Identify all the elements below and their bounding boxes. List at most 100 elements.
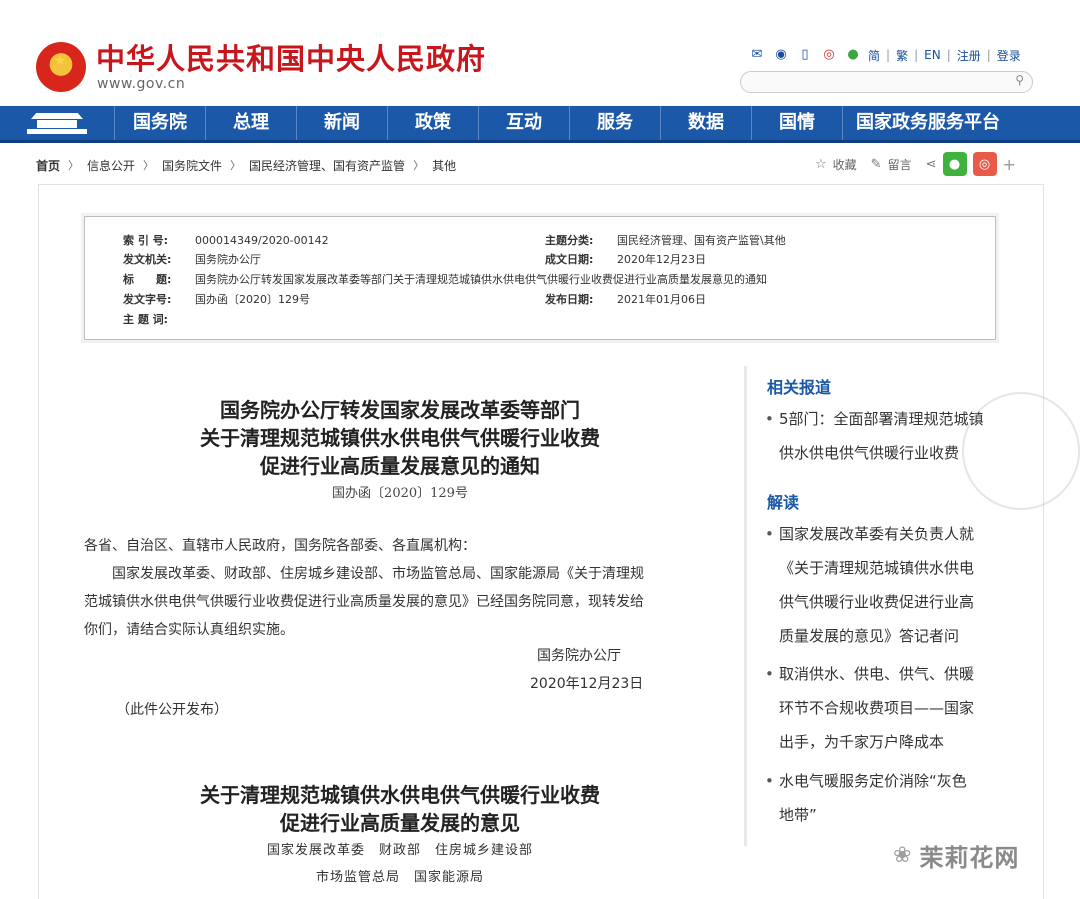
search-input[interactable]	[753, 74, 1003, 90]
nav-item-data[interactable]: 数据	[661, 106, 752, 140]
breadcrumb-home[interactable]: 首页	[36, 157, 60, 174]
link-line: 质量发展的意见》答记者问	[779, 627, 960, 645]
breadcrumb: 首页 〉 信息公开 〉 国务院文件 〉 国民经济管理、国有资产监管 〉 其他	[36, 156, 456, 174]
chevron-right-icon: 〉	[68, 159, 80, 172]
opinion-title-line: 促进行业高质量发展的意见	[280, 811, 520, 835]
separator: |	[946, 48, 951, 62]
breadcrumb-state-council-docs[interactable]: 国务院文件	[162, 157, 222, 174]
header-links: ✉ ◉ ▯ ◎ ● 简 | 繁 | EN | 注册 | 登录	[748, 44, 1021, 66]
info-value: 000014349/2020-00142	[195, 234, 329, 247]
opinion-title: 关于清理规范城镇供水供电供气供暖行业收费 促进行业高质量发展的意见	[84, 781, 716, 837]
article-public-note: （此件公开发布）	[116, 702, 228, 718]
nav-item-premier[interactable]: 总理	[206, 106, 297, 140]
interpretation-link[interactable]: • 取消供水、供电、供气、供暖 环节不合规收费项目——国家 出手，为千家万户降成…	[765, 657, 985, 759]
weibo-share-icon[interactable]: ◎	[972, 152, 997, 176]
share-icon[interactable]: ⋖	[926, 157, 937, 172]
bullet: •	[765, 410, 774, 428]
favorite-link[interactable]: 收藏	[833, 156, 857, 173]
info-label: 主 题 词:	[123, 313, 169, 326]
share-tools: ☆ 收藏 ✎ 留言 ⋖ ● ◎ +	[815, 152, 1016, 176]
link-line: 国家发展改革委有关负责人就	[779, 525, 975, 543]
separator: |	[886, 48, 891, 62]
mobile-icon[interactable]: ▯	[796, 46, 814, 64]
info-label: 主题分类:	[545, 234, 594, 247]
interpretation-link[interactable]: • 国家发展改革委有关负责人就 《关于清理规范城镇供水供电 供气供暖行业收费促进…	[765, 517, 985, 653]
interpretation-heading: 解读	[767, 493, 800, 512]
wechat-watermark-icon: ❀	[893, 843, 912, 868]
comment-link[interactable]: 留言	[888, 156, 912, 173]
more-share-icon[interactable]: +	[1003, 155, 1016, 174]
related-report-link[interactable]: • 5部门：全面部署清理规范城镇 供水供电供气供暖行业收费	[765, 402, 985, 470]
info-row-docno: 发文字号: 国办函〔2020〕129号	[123, 291, 310, 307]
chevron-right-icon: 〉	[230, 159, 242, 172]
watermark-seal-icon	[962, 392, 1080, 510]
pencil-icon[interactable]: ✎	[871, 157, 882, 172]
info-value: 2021年01月06日	[617, 293, 706, 306]
article-title-line: 促进行业高质量发展意见的通知	[260, 454, 540, 478]
watermark-brand: ❀ 茉莉花网	[893, 838, 1019, 873]
bullet: •	[765, 665, 774, 683]
info-row-keywords: 主 题 词:	[123, 311, 195, 327]
breadcrumb-other[interactable]: 其他	[432, 157, 456, 174]
weibo-icon[interactable]: ◎	[820, 46, 838, 64]
separator: |	[914, 48, 919, 62]
chevron-right-icon: 〉	[413, 159, 425, 172]
main-nav: 国务院 总理 新闻 政策 互动 服务 数据 国情 国家政务服务平台	[0, 106, 1080, 143]
info-label: 发布日期:	[545, 293, 594, 306]
nav-item-services[interactable]: 服务	[570, 106, 661, 140]
nav-item-news[interactable]: 新闻	[297, 106, 388, 140]
info-row-publish: 发布日期: 2021年01月06日	[545, 291, 706, 307]
info-row-title: 标 题: 国务院办公厅转发国家发展改革委等部门关于清理规范城镇供水供电供气供暖行业…	[123, 271, 767, 287]
login-link[interactable]: 登录	[997, 47, 1021, 64]
info-value: 国民经济管理、国有资产监管\其他	[617, 234, 786, 247]
rss-icon[interactable]: ◉	[772, 46, 790, 64]
mail-icon[interactable]: ✉	[748, 46, 766, 64]
link-line: 出手，为千家万户降成本	[779, 733, 945, 751]
nav-item-state-council[interactable]: 国务院	[115, 106, 206, 140]
separator: |	[986, 48, 991, 62]
site-title[interactable]: 中华人民共和国中央人民政府	[96, 36, 486, 78]
breadcrumb-info-disclosure[interactable]: 信息公开	[87, 157, 135, 174]
info-value: 国务院办公厅	[195, 253, 261, 266]
link-line: 水电气暖服务定价消除“灰色	[779, 772, 967, 790]
link-line: 供水供电供气供暖行业收费	[779, 444, 960, 462]
nav-item-interaction[interactable]: 互动	[479, 106, 570, 140]
link-line: 环节不合规收费项目——国家	[779, 699, 975, 717]
interpretation-link[interactable]: • 水电气暖服务定价消除“灰色 地带”	[765, 764, 985, 832]
site-header: ★ 中华人民共和国中央人民政府 www.gov.cn ✉ ◉ ▯ ◎ ● 简 |…	[0, 0, 1080, 106]
nav-item-national-conditions[interactable]: 国情	[752, 106, 843, 140]
wechat-icon[interactable]: ●	[844, 46, 862, 64]
star-icon[interactable]: ☆	[815, 157, 827, 172]
info-row-date: 成文日期: 2020年12月23日	[545, 251, 706, 267]
nav-item-gov-service-platform[interactable]: 国家政务服务平台	[843, 106, 1013, 140]
link-line: 5部门：全面部署清理规范城镇	[779, 410, 984, 428]
register-link[interactable]: 注册	[957, 47, 981, 64]
wechat-share-icon[interactable]: ●	[942, 152, 967, 176]
article-sign-date: 2020年12月23日	[530, 676, 644, 692]
site-url: www.gov.cn	[97, 76, 186, 92]
article-body-line: 范城镇供水供电供气供暖行业收费促进行业高质量发展的意见》已经国务院同意，现转发给	[84, 594, 644, 610]
link-line: 地带”	[779, 806, 817, 824]
opinion-title-line: 关于清理规范城镇供水供电供气供暖行业收费	[200, 783, 600, 807]
search-icon[interactable]: ⚲	[1015, 73, 1024, 87]
opinion-issuers: 市场监管总局 国家能源局	[315, 870, 484, 885]
info-value: 国务院办公厅转发国家发展改革委等部门关于清理规范城镇供水供电供气供暖行业收费促进…	[195, 273, 767, 286]
breadcrumb-economy[interactable]: 国民经济管理、国有资产监管	[249, 157, 405, 174]
lang-simplified-link[interactable]: 简	[868, 47, 880, 64]
nav-item-policy[interactable]: 政策	[388, 106, 479, 140]
info-label: 发文字号:	[123, 293, 172, 306]
tiananmen-icon	[27, 111, 87, 135]
info-label: 成文日期:	[545, 253, 594, 266]
info-row-issuer: 发文机关: 国务院办公厅	[123, 251, 261, 267]
info-row-subject: 主题分类: 国民经济管理、国有资产监管\其他	[545, 232, 786, 248]
link-line: 取消供水、供电、供气、供暖	[779, 665, 975, 683]
lang-english-link[interactable]: EN	[924, 48, 941, 62]
info-label: 标 题:	[123, 273, 172, 286]
nav-home-button[interactable]	[0, 106, 115, 140]
article-title-line: 关于清理规范城镇供水供电供气供暖行业收费	[200, 426, 600, 450]
article-body-line: 国家发展改革委、财政部、住房城乡建设部、市场监管总局、国家能源局《关于清理规	[112, 566, 644, 582]
opinion-issuers: 国家发展改革委 财政部 住房城乡建设部	[266, 843, 533, 858]
bullet: •	[765, 525, 774, 543]
info-label: 索 引 号:	[123, 234, 169, 247]
lang-traditional-link[interactable]: 繁	[896, 47, 908, 64]
